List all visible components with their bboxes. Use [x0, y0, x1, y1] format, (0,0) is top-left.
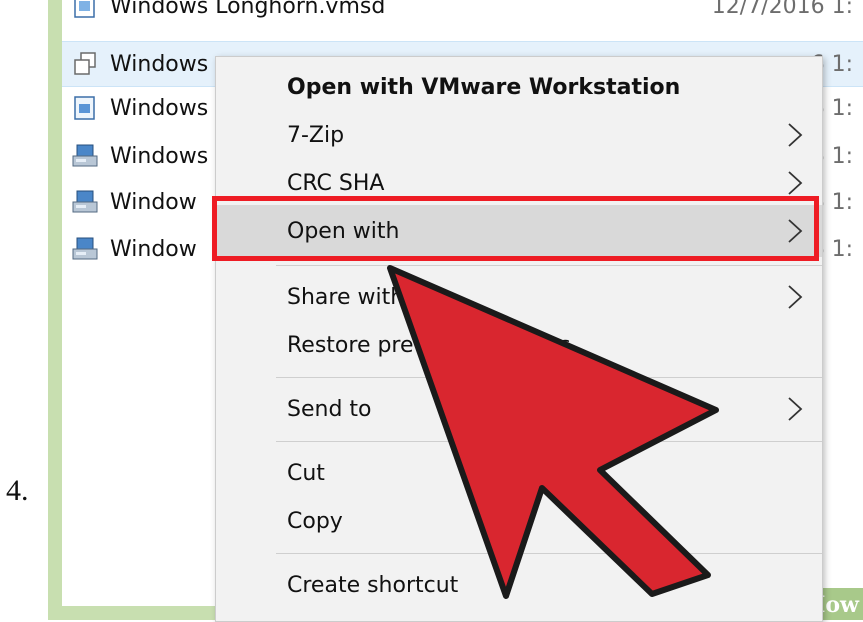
pointer-arrow-icon	[387, 265, 719, 599]
